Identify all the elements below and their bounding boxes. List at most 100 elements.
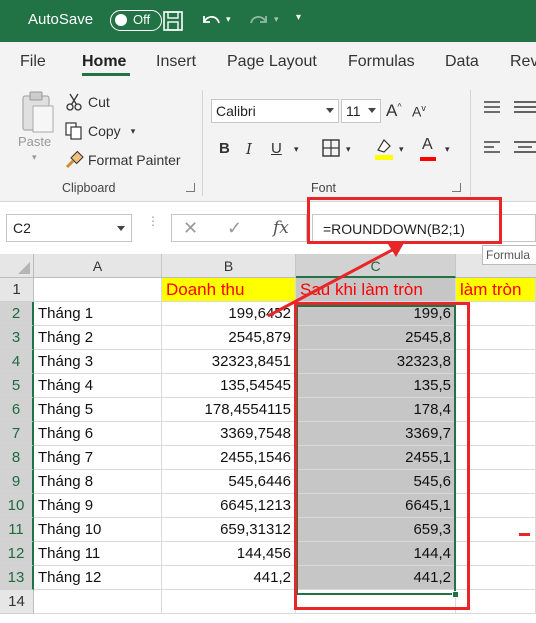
table-cell-rounded[interactable]: 32323,8 (296, 350, 456, 374)
align-center-icon[interactable] (512, 138, 536, 158)
borders-dropdown-icon[interactable]: ▾ (346, 144, 351, 155)
row-header[interactable]: 14 (0, 590, 34, 614)
cell-d1[interactable]: làm tròn (456, 278, 536, 302)
tab-home[interactable]: Home (82, 53, 126, 71)
table-cell-revenue[interactable]: 144,456 (162, 542, 296, 566)
copy-button[interactable]: Copy ▾ (64, 121, 135, 141)
highlight-dropdown-icon[interactable]: ▾ (399, 144, 404, 155)
highlight-color-icon[interactable] (372, 136, 396, 162)
row-header[interactable]: 13 (0, 566, 34, 590)
underline-button[interactable]: U (271, 140, 282, 157)
table-cell-rounded[interactable]: 178,4 (296, 398, 456, 422)
row-header[interactable]: 11 (0, 518, 34, 542)
table-cell-revenue[interactable]: 3369,7548 (162, 422, 296, 446)
font-size-select[interactable]: 11 (341, 99, 381, 123)
grow-font-icon[interactable]: A^ (386, 101, 402, 121)
autosave-toggle[interactable]: Off (110, 10, 162, 31)
table-cell-empty[interactable] (456, 350, 536, 374)
redo-icon[interactable] (246, 8, 272, 34)
row-header[interactable]: 10 (0, 494, 34, 518)
column-header-c[interactable]: C (296, 254, 456, 278)
table-cell-month[interactable]: Tháng 12 (34, 566, 162, 590)
table-cell-rounded[interactable]: 545,6 (296, 470, 456, 494)
table-cell-empty[interactable] (34, 590, 162, 614)
customize-toolbar-icon[interactable]: ▾ (296, 12, 301, 23)
table-cell-empty[interactable] (456, 470, 536, 494)
table-cell-empty[interactable] (456, 566, 536, 590)
table-cell-month[interactable]: Tháng 6 (34, 422, 162, 446)
cell-b1[interactable]: Doanh thu (162, 278, 296, 302)
table-cell-empty[interactable] (456, 422, 536, 446)
tab-page-layout[interactable]: Page Layout (227, 53, 317, 71)
table-cell-empty[interactable] (456, 446, 536, 470)
table-cell-revenue[interactable]: 6645,1213 (162, 494, 296, 518)
enter-icon[interactable]: ✓ (227, 218, 242, 239)
table-cell-rounded[interactable]: 659,3 (296, 518, 456, 542)
row-header[interactable]: 1 (0, 278, 34, 302)
table-cell-empty[interactable] (456, 590, 536, 614)
font-launcher-icon[interactable] (452, 183, 461, 192)
fill-handle[interactable] (452, 591, 459, 598)
paste-icon[interactable] (20, 90, 56, 134)
table-cell-empty[interactable] (456, 518, 536, 542)
undo-dropdown-icon[interactable]: ▾ (226, 14, 231, 25)
table-cell-revenue[interactable]: 178,4554115 (162, 398, 296, 422)
column-header-a[interactable]: A (34, 254, 162, 278)
table-cell-rounded[interactable]: 2545,8 (296, 326, 456, 350)
row-header[interactable]: 3 (0, 326, 34, 350)
cancel-icon[interactable]: ✕ (183, 218, 198, 239)
table-cell-month[interactable]: Tháng 11 (34, 542, 162, 566)
shrink-font-icon[interactable]: Av (412, 103, 426, 120)
align-top-icon[interactable] (482, 98, 502, 118)
clipboard-launcher-icon[interactable] (186, 183, 195, 192)
table-cell-empty[interactable] (456, 398, 536, 422)
table-cell-rounded[interactable]: 135,5 (296, 374, 456, 398)
underline-dropdown-icon[interactable]: ▾ (294, 144, 299, 155)
table-cell-month[interactable]: Tháng 4 (34, 374, 162, 398)
row-header[interactable]: 5 (0, 374, 34, 398)
formula-input[interactable]: =ROUNDDOWN(B2;1) (312, 214, 536, 242)
align-middle-icon[interactable] (512, 98, 536, 118)
row-header[interactable]: 4 (0, 350, 34, 374)
tab-review[interactable]: Revi (510, 53, 536, 71)
name-box[interactable]: C2 (6, 214, 132, 242)
paste-label[interactable]: Paste (18, 134, 51, 149)
format-painter-button[interactable]: Format Painter (64, 150, 181, 170)
tab-data[interactable]: Data (445, 53, 479, 71)
table-cell-empty[interactable] (456, 302, 536, 326)
table-cell-revenue[interactable]: 545,6446 (162, 470, 296, 494)
row-header[interactable]: 7 (0, 422, 34, 446)
tab-file[interactable]: File (20, 53, 46, 71)
copy-dropdown-icon[interactable]: ▾ (131, 126, 136, 137)
font-name-select[interactable]: Calibri (211, 99, 339, 123)
table-cell-rounded[interactable]: 3369,7 (296, 422, 456, 446)
table-cell-revenue[interactable]: 199,6452 (162, 302, 296, 326)
table-cell-month[interactable]: Tháng 9 (34, 494, 162, 518)
table-cell-revenue[interactable]: 2545,879 (162, 326, 296, 350)
insert-function-icon[interactable]: fx (273, 218, 289, 238)
cut-button[interactable]: Cut (64, 92, 110, 112)
table-cell-revenue[interactable]: 659,31312 (162, 518, 296, 542)
row-header[interactable]: 6 (0, 398, 34, 422)
paste-dropdown-icon[interactable]: ▾ (32, 152, 37, 163)
table-cell-month[interactable]: Tháng 1 (34, 302, 162, 326)
table-cell-rounded[interactable]: 199,6 (296, 302, 456, 326)
tab-insert[interactable]: Insert (156, 53, 196, 71)
table-cell-revenue[interactable]: 2455,1546 (162, 446, 296, 470)
column-header-b[interactable]: B (162, 254, 296, 278)
table-cell-empty[interactable] (456, 542, 536, 566)
table-cell-revenue[interactable]: 441,2 (162, 566, 296, 590)
cell-a1[interactable] (34, 278, 162, 302)
table-cell-empty[interactable] (296, 590, 456, 614)
table-cell-month[interactable]: Tháng 8 (34, 470, 162, 494)
table-cell-rounded[interactable]: 144,4 (296, 542, 456, 566)
table-cell-rounded[interactable]: 2455,1 (296, 446, 456, 470)
font-color-dropdown-icon[interactable]: ▾ (445, 144, 450, 155)
drag-handle-icon[interactable]: ⋮ (147, 215, 159, 227)
table-cell-rounded[interactable]: 441,2 (296, 566, 456, 590)
table-cell-empty[interactable] (456, 326, 536, 350)
bold-button[interactable]: B (219, 140, 230, 157)
align-left-icon[interactable] (482, 138, 502, 158)
table-cell-revenue[interactable]: 32323,8451 (162, 350, 296, 374)
table-cell-empty[interactable] (162, 590, 296, 614)
